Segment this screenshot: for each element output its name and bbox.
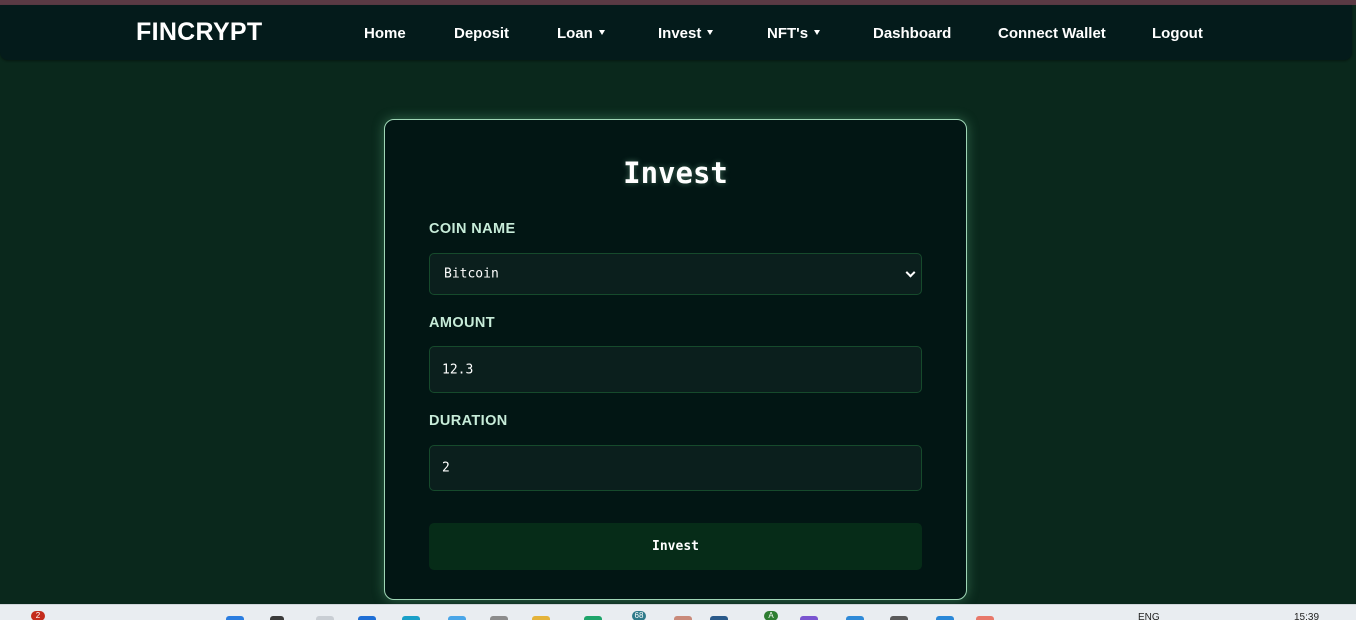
nav-connect-wallet[interactable]: Connect Wallet: [998, 25, 1106, 42]
chevron-down-icon: [905, 267, 916, 278]
form-title: Invest: [623, 156, 728, 190]
nav-logout[interactable]: Logout: [1152, 25, 1203, 42]
coin-name-value: Bitcoin: [444, 266, 499, 282]
mail-icon[interactable]: [448, 616, 466, 620]
os-taskbar: 2 68 A ENG 15:39: [0, 604, 1356, 620]
nav-nfts-dropdown[interactable]: NFT's: [767, 25, 821, 42]
amount-label: AMOUNT: [429, 315, 496, 331]
file-icon[interactable]: [316, 616, 334, 620]
vpn-icon[interactable]: [936, 616, 954, 620]
nav-deposit[interactable]: Deposit: [454, 25, 509, 42]
caret-down-icon: [707, 29, 714, 35]
store-icon[interactable]: [358, 616, 376, 620]
app-icon[interactable]: [976, 616, 994, 620]
settings-icon[interactable]: [490, 616, 508, 620]
nav-dashboard[interactable]: Dashboard: [873, 25, 951, 42]
terminal-icon[interactable]: [584, 616, 602, 620]
nav-nfts-label: NFT's: [767, 25, 809, 42]
edge-icon[interactable]: [402, 616, 420, 620]
duration-input[interactable]: 2: [429, 445, 922, 491]
vscode-icon[interactable]: [710, 616, 728, 620]
caret-down-icon: [598, 29, 605, 35]
profile-icon[interactable]: [674, 616, 692, 620]
start-icon[interactable]: [226, 616, 244, 620]
app-badge[interactable]: 68: [632, 611, 646, 620]
invest-form-card: Invest COIN NAME Bitcoin AMOUNT 12.3 DUR…: [384, 119, 967, 600]
navbar: FINCRYPT Home Deposit Loan Invest NFT's …: [0, 5, 1352, 60]
app-letter-badge[interactable]: A: [764, 611, 778, 620]
calendar-icon[interactable]: [846, 616, 864, 620]
duration-label: DURATION: [429, 413, 508, 429]
coin-name-label: COIN NAME: [429, 221, 516, 237]
folder-icon[interactable]: [532, 616, 550, 620]
notification-badge[interactable]: 2: [31, 611, 45, 620]
nav-loan-label: Loan: [557, 25, 593, 42]
brand-logo[interactable]: FINCRYPT: [136, 18, 262, 47]
nav-invest-label: Invest: [658, 25, 702, 42]
search-icon[interactable]: [270, 616, 284, 620]
chat-icon[interactable]: [800, 616, 818, 620]
amount-input[interactable]: 12.3: [429, 346, 922, 393]
nav-home[interactable]: Home: [364, 25, 406, 42]
coin-name-select[interactable]: Bitcoin: [429, 253, 922, 295]
nav-invest-dropdown[interactable]: Invest: [658, 25, 714, 42]
amount-value: 12.3: [442, 362, 474, 377]
language-indicator[interactable]: ENG: [1138, 612, 1160, 620]
caret-down-icon: [814, 29, 821, 35]
clock[interactable]: 15:39: [1294, 612, 1319, 620]
nav-loan-dropdown[interactable]: Loan: [557, 25, 605, 42]
window-icon[interactable]: [890, 616, 908, 620]
duration-value: 2: [442, 460, 450, 476]
invest-submit-button[interactable]: Invest: [429, 523, 922, 570]
